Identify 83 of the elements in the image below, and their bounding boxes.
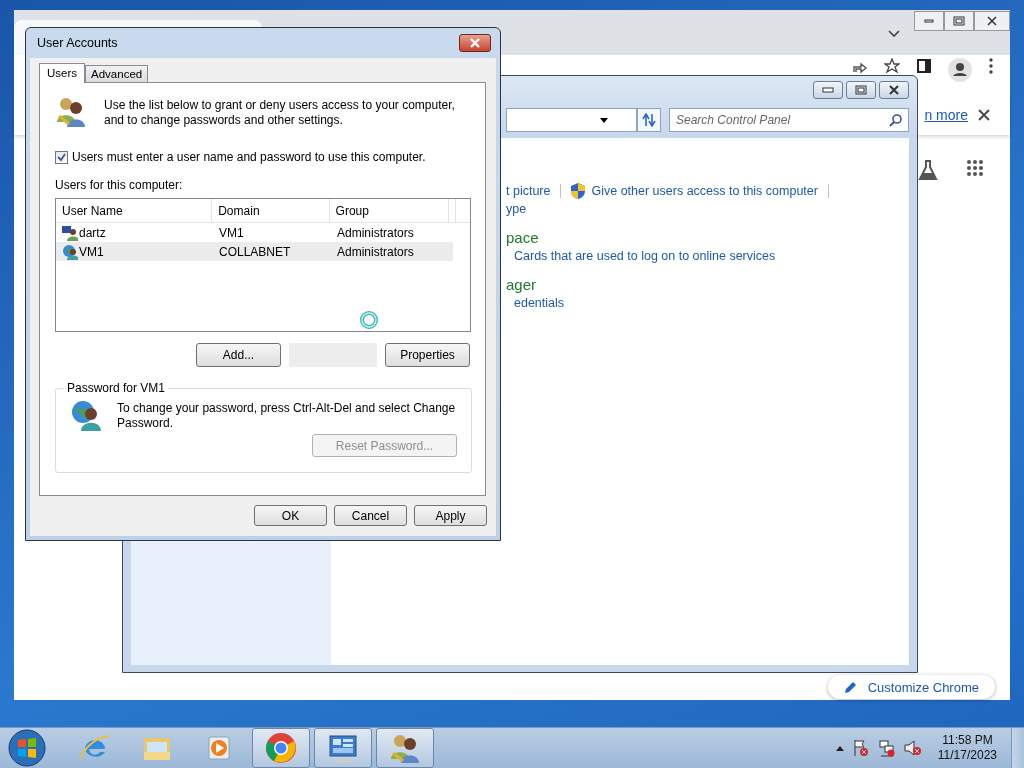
close-icon[interactable] <box>978 109 990 121</box>
clock-date: 11/17/2023 <box>937 748 997 763</box>
sidebar-icon[interactable] <box>916 58 932 74</box>
column-header[interactable]: Group <box>329 199 449 222</box>
checkbox-label[interactable]: Users must enter a user name and password to use this computer. <box>72 150 426 164</box>
table-cell: COLLABNET <box>219 244 291 259</box>
chevron-down-icon[interactable] <box>888 30 900 38</box>
restore-icon <box>953 16 965 26</box>
dialog-button[interactable]: Apply <box>414 505 487 526</box>
close-button[interactable] <box>459 34 491 52</box>
list-label: Users for this computer: <box>55 178 184 192</box>
globe-user-icon <box>70 399 102 431</box>
minimize-button[interactable] <box>813 81 843 99</box>
table-cell: VM1 <box>219 225 244 240</box>
globe-user-icon <box>62 243 78 260</box>
close-button[interactable] <box>879 81 909 99</box>
refresh-button[interactable] <box>637 108 661 132</box>
network-icon[interactable] <box>877 739 896 757</box>
apps-grid-icon[interactable] <box>966 159 984 177</box>
search-icon[interactable] <box>889 113 903 127</box>
clock-time: 11:58 PM <box>942 733 993 748</box>
star-icon[interactable] <box>884 58 900 74</box>
close-icon <box>469 38 481 48</box>
column-header[interactable]: Domain <box>212 199 330 222</box>
flask-icon[interactable] <box>918 159 938 181</box>
task-link[interactable]: Give other users access to this computer <box>591 182 818 200</box>
close-button[interactable] <box>974 11 1010 31</box>
minimize-button[interactable] <box>914 11 944 31</box>
task-link[interactable]: t picture <box>506 182 551 200</box>
flag-icon[interactable] <box>851 739 870 757</box>
restore-icon <box>855 85 867 95</box>
section-link[interactable]: Cards that are used to log on to online services <box>514 247 776 265</box>
pencil-icon <box>843 680 858 694</box>
intro-text: Use the list below to grant or deny users access to your computer, and to change passwords and other settings. <box>104 98 456 128</box>
taskbar-app[interactable] <box>314 728 372 768</box>
restore-button[interactable] <box>846 81 876 99</box>
properties-button[interactable]: Properties <box>385 343 470 367</box>
section-heading[interactable]: ager <box>506 275 537 294</box>
separator <box>560 184 562 198</box>
clock[interactable]: 11:58 PM 11/17/2023 <box>937 733 997 763</box>
users-icon <box>389 732 421 764</box>
user-icon <box>62 224 78 241</box>
browser-icon <box>265 732 297 764</box>
list-row[interactable]: dartz VM1 Administrators <box>56 223 453 242</box>
close-icon <box>888 85 900 95</box>
list-row[interactable]: VM1 COLLABNET Administrators <box>56 242 453 261</box>
taskbar-app[interactable] <box>376 728 434 768</box>
shield-icon <box>571 183 586 199</box>
window-title: User Accounts <box>37 36 118 50</box>
section-heading[interactable]: pace <box>506 228 539 247</box>
taskbar-app[interactable] <box>252 728 310 768</box>
close-icon <box>986 16 998 26</box>
show-hidden-icons-icon[interactable] <box>835 745 844 751</box>
column-header[interactable]: User Name <box>56 199 213 222</box>
menu-icon[interactable] <box>988 58 994 74</box>
table-cell: VM1 <box>79 244 104 259</box>
customize-chrome-button[interactable]: Customize Chrome <box>827 675 995 699</box>
start-button[interactable] <box>8 729 46 767</box>
section-link[interactable]: edentials <box>514 294 565 312</box>
add-button[interactable]: Add... <box>196 343 281 367</box>
table-cell: dartz <box>79 225 106 240</box>
task-link[interactable]: ype <box>506 200 527 218</box>
group-title: Password for VM1 <box>66 381 167 395</box>
search-field[interactable]: Search Control Panel <box>669 108 909 132</box>
volume-icon[interactable] <box>903 739 922 757</box>
dialog-button[interactable]: OK <box>254 505 327 526</box>
separator <box>827 184 829 198</box>
tab[interactable]: Users <box>39 63 86 83</box>
busy-cursor-icon <box>359 310 379 330</box>
table-cell: Administrators <box>337 244 414 259</box>
dropdown-arrow-icon[interactable] <box>600 117 608 123</box>
checkbox[interactable] <box>55 150 68 164</box>
tab[interactable]: Advanced <box>85 65 149 82</box>
dialog-button[interactable]: Cancel <box>334 505 407 526</box>
minimize-icon <box>924 19 934 23</box>
users-icon <box>55 96 87 128</box>
profile-icon[interactable] <box>948 58 972 82</box>
control-panel-icon <box>327 732 359 764</box>
refresh-icon <box>641 113 657 127</box>
learn-more-link[interactable]: n more <box>924 107 968 123</box>
minimize-icon <box>822 87 834 93</box>
table-cell: Administrators <box>337 225 414 240</box>
group-text: To change your password, press Ctrl-Alt-Del and select Change Password. <box>117 401 457 431</box>
